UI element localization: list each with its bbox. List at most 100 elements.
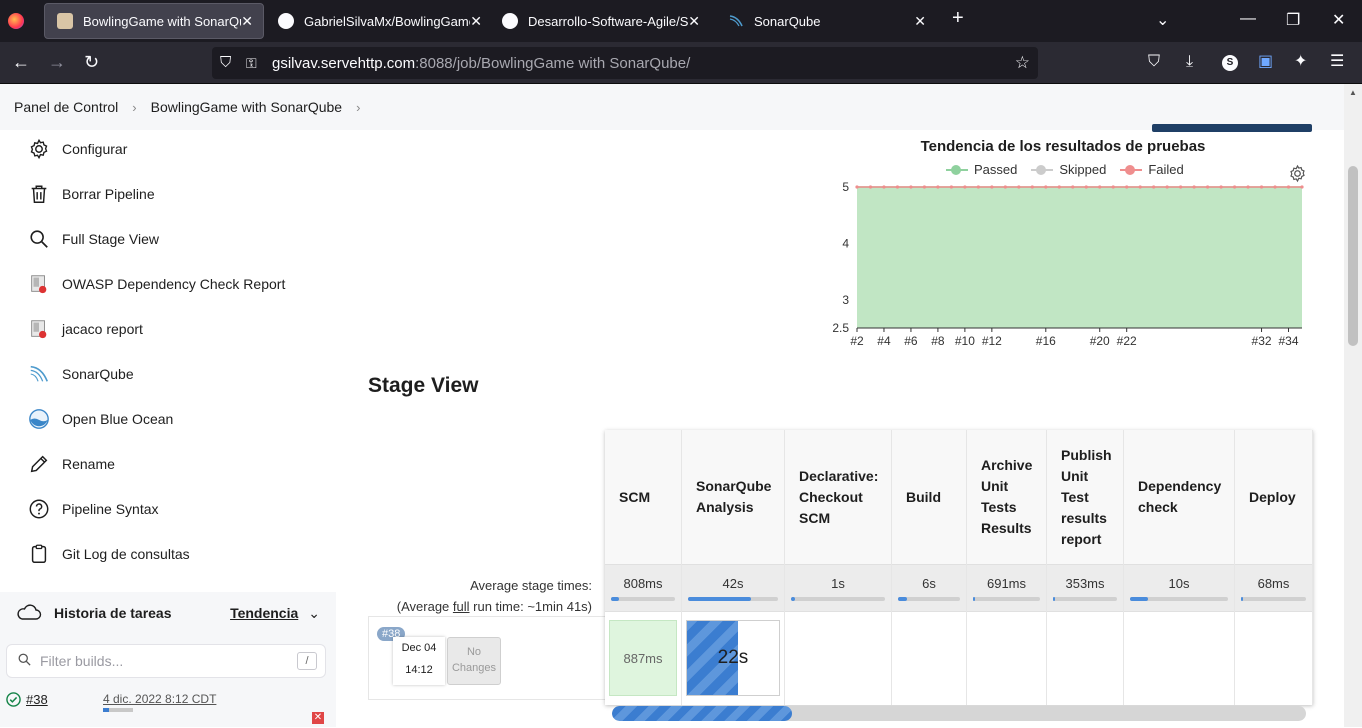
close-icon[interactable]: ✕ [470, 13, 482, 30]
profile-avatar[interactable]: S [1222, 55, 1238, 71]
data-point [1084, 185, 1088, 189]
legend-item-failed[interactable]: Failed [1120, 162, 1184, 177]
extension-icon[interactable]: ▣ [1258, 52, 1273, 72]
stage-column: Archive Unit Tests Results 691ms [967, 430, 1047, 705]
stage-column: Deploy 68ms [1235, 430, 1313, 705]
page-scrollbar-thumb[interactable] [1348, 166, 1358, 346]
build-row[interactable]: #38 4 dic. 2022 8:12 CDT ✕ [6, 688, 326, 728]
stage-header[interactable]: Build [892, 430, 966, 564]
stage-header[interactable]: Deploy [1235, 430, 1312, 564]
sidebar-item-sonarqube[interactable]: SonarQube [26, 361, 134, 387]
back-arrow-icon[interactable]: ← [12, 52, 30, 72]
x-tick-label: #20 [1090, 334, 1110, 348]
forward-arrow-icon[interactable]: → [48, 52, 66, 72]
sidebar-item-jacaco-report[interactable]: jacaco report [26, 316, 143, 342]
url-bar[interactable]: ⛉ ⚿ gsilvav.servehttp.com:8088/job/Bowli… [212, 47, 1038, 79]
average-stage-times: Average stage times: (Average full run t… [380, 575, 592, 617]
stage-view-horizontal-scrollbar[interactable] [612, 706, 1306, 721]
chevron-right-icon[interactable]: › [132, 100, 136, 115]
stage-cell[interactable]: 887ms [605, 616, 681, 700]
stage-cell-box[interactable]: 22s [686, 620, 780, 696]
data-point [1057, 185, 1061, 189]
filter-builds-input[interactable]: Filter builds... / [6, 644, 326, 678]
stage-header[interactable]: Declarative: Checkout SCM [785, 430, 891, 564]
legend-item-passed[interactable]: Passed [946, 162, 1017, 177]
breadcrumb-job[interactable]: BowlingGame with SonarQube [151, 99, 342, 115]
data-point [1300, 185, 1304, 189]
build-number-link[interactable]: #38 [26, 692, 48, 707]
tab-title: GabrielSilvaMx/BowlingGame [304, 13, 471, 29]
stage-cell[interactable] [892, 616, 966, 700]
stage-cell[interactable] [1235, 616, 1312, 700]
sidebar-item-pipeline-syntax[interactable]: Pipeline Syntax [26, 496, 159, 522]
no-changes-box[interactable]: No Changes [447, 637, 501, 685]
sidebar-item-owasp-report[interactable]: OWASP Dependency Check Report [26, 271, 285, 297]
shield-icon[interactable]: ⛉ [220, 54, 231, 71]
full-run-link[interactable]: full [453, 599, 470, 614]
y-tick-label: 3 [842, 293, 849, 307]
lock-icon[interactable]: ⚿ [246, 55, 257, 72]
url-text[interactable]: gsilvav.servehttp.com:8088/job/BowlingGa… [272, 55, 690, 72]
bookmark-star-icon[interactable]: ☆ [1015, 53, 1030, 73]
close-icon[interactable]: ✕ [914, 13, 926, 30]
page-scrollbar[interactable]: ▲ [1344, 84, 1362, 727]
stage-view-scroll-thumb[interactable] [612, 706, 793, 721]
stage-average-time: 68ms [1257, 576, 1290, 591]
stage-header[interactable]: Dependency check [1124, 430, 1234, 564]
tab-sonarqube[interactable]: SonarQube ✕ [716, 3, 936, 39]
extensions-puzzle-icon[interactable]: ✦ [1294, 52, 1307, 72]
stage-header[interactable]: SCM [605, 430, 681, 564]
stage-header[interactable]: SonarQube Analysis [682, 430, 784, 564]
pocket-icon[interactable]: ⛉ [1148, 52, 1160, 72]
stage-cell[interactable]: 22s [682, 616, 784, 700]
reload-icon[interactable]: ↻ [84, 52, 99, 72]
minimize-button[interactable]: — [1240, 10, 1256, 28]
legend-item-skipped[interactable]: Skipped [1031, 162, 1106, 177]
stage-cell[interactable] [1047, 616, 1123, 700]
maximize-button[interactable]: ❐ [1286, 10, 1300, 30]
tab-bowlinggame[interactable]: BowlingGame with SonarQube ✕ [44, 3, 264, 39]
close-icon[interactable]: ✕ [688, 13, 700, 30]
breadcrumb-dashboard[interactable]: Panel de Control [14, 99, 118, 115]
sidebar-item-configurar[interactable]: Configurar [26, 136, 127, 162]
sidebar-item-full-stage-view[interactable]: Full Stage View [26, 226, 159, 252]
cancel-build-icon[interactable]: ✕ [312, 712, 324, 724]
stage-cell[interactable] [785, 616, 891, 700]
data-point [1003, 185, 1007, 189]
sidebar-item-blue-ocean[interactable]: Open Blue Ocean [26, 406, 173, 432]
scroll-up-icon[interactable]: ▲ [1349, 88, 1357, 97]
stage-average: 6s [892, 564, 966, 612]
firefox-icon[interactable] [8, 13, 24, 29]
stage-cell[interactable] [1124, 616, 1234, 700]
x-tick-label: #4 [877, 334, 891, 348]
stage-column: Build 6s [892, 430, 967, 705]
sidebar-item-label: Rename [62, 456, 115, 472]
sidebar-item-borrar-pipeline[interactable]: Borrar Pipeline [26, 181, 155, 207]
download-icon[interactable]: ⤓ [1186, 52, 1193, 72]
menu-hamburger-icon[interactable]: ☰ [1330, 52, 1344, 72]
stage-header[interactable]: Archive Unit Tests Results [967, 430, 1046, 564]
new-tab-button[interactable]: + [952, 7, 964, 30]
tab-github-bowlinggame[interactable]: GabrielSilvaMx/BowlingGame ✕ [266, 3, 492, 39]
close-icon[interactable]: ✕ [241, 13, 253, 30]
chevron-down-icon[interactable]: ⌄ [308, 605, 320, 622]
trend-link[interactable]: Tendencia [230, 605, 298, 621]
average-run-prefix: (Average [396, 599, 453, 614]
data-point [1017, 185, 1021, 189]
chevron-right-icon[interactable]: › [356, 100, 360, 115]
chart-title: Tendencia de los resultados de pruebas [920, 138, 1206, 155]
close-window-button[interactable]: ✕ [1332, 10, 1345, 30]
sidebar-item-rename[interactable]: Rename [26, 451, 115, 477]
build-date-link[interactable]: 4 dic. 2022 8:12 CDT [103, 692, 216, 706]
tab-github-desarrollo[interactable]: Desarrollo-Software-Agile/Sesio ✕ [490, 3, 710, 39]
stage-cell-box[interactable]: 887ms [609, 620, 677, 696]
sidebar-item-git-log[interactable]: Git Log de consultas [26, 541, 190, 567]
data-point [1152, 185, 1156, 189]
sidebar-item-label: Pipeline Syntax [62, 501, 159, 517]
stage-column: Publish Unit Test results report 353ms [1047, 430, 1124, 705]
stage-header[interactable]: Publish Unit Test results report [1047, 430, 1123, 564]
tab-list-chevron-icon[interactable]: ⌄ [1156, 10, 1169, 30]
data-point [1219, 185, 1223, 189]
x-tick-label: #32 [1252, 334, 1272, 348]
stage-cell[interactable] [967, 616, 1046, 700]
